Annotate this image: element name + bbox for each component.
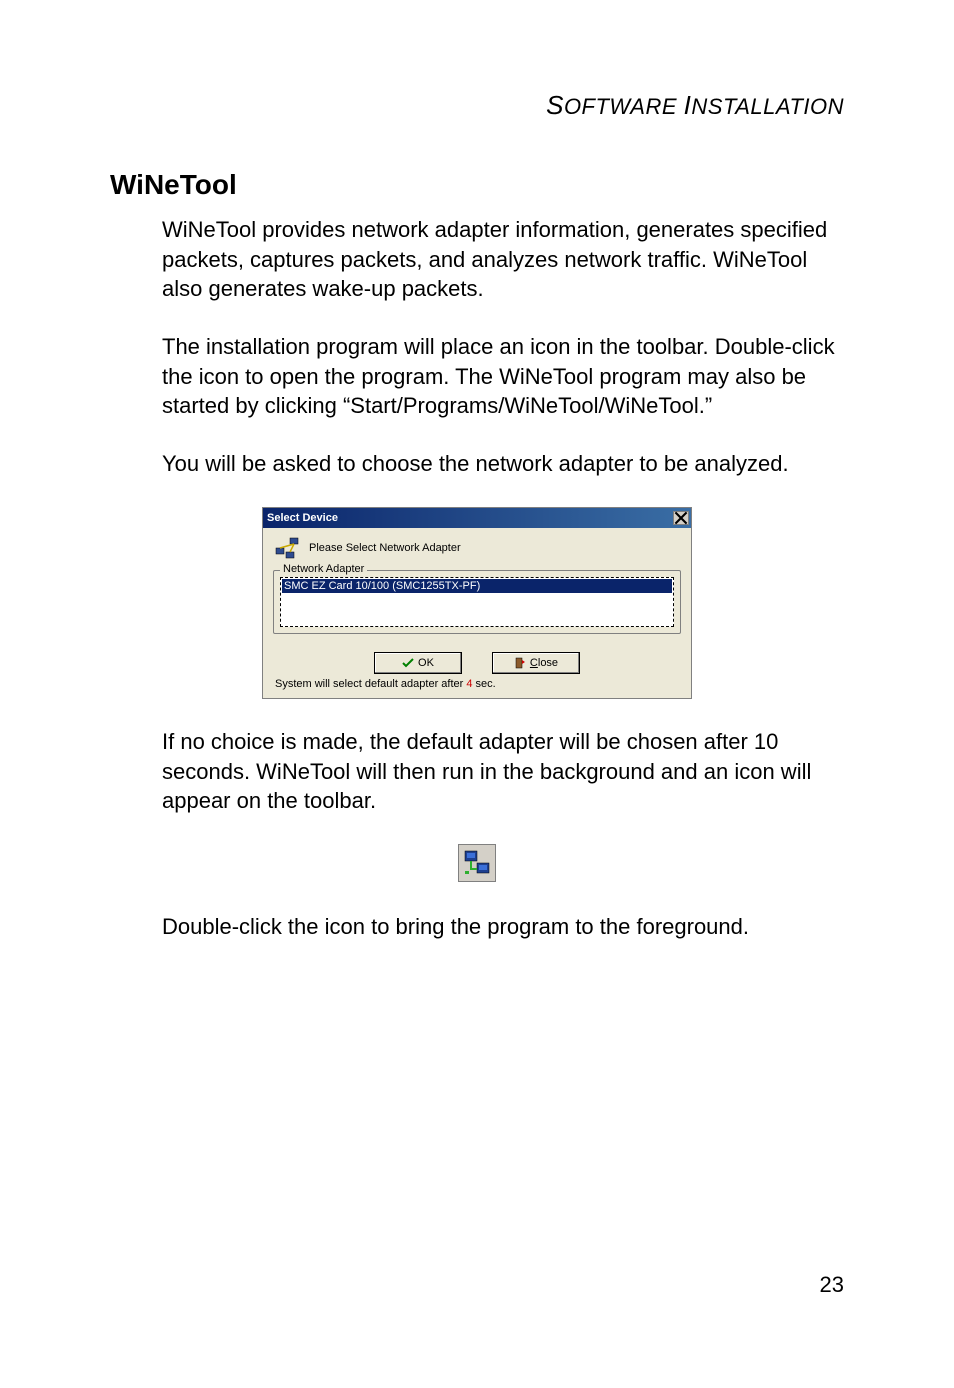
ok-button-label: OK [418,657,434,669]
section-title: WiNeTool [110,169,844,201]
fieldset-legend: Network Adapter [280,563,367,575]
status-line: System will select default adapter after… [273,678,681,690]
paragraph-1: WiNeTool provides network adapter inform… [162,215,844,304]
select-device-dialog: Select Device P [262,507,692,699]
paragraph-2: The installation program will place an i… [162,332,844,421]
page-header: SOFTWARE INSTALLATION [110,90,844,121]
paragraph-4: If no choice is made, the default adapte… [162,727,844,816]
ok-button[interactable]: OK [374,652,462,674]
adapter-list[interactable]: SMC EZ Card 10/100 (SMC1255TX-PF) [280,577,674,627]
close-button-label: Close [530,657,558,669]
paragraph-5: Double-click the icon to bring the progr… [162,912,844,942]
paragraph-3: You will be asked to choose the network … [162,449,844,479]
door-icon [514,657,526,669]
dialog-title: Select Device [267,512,338,524]
dialog-titlebar: Select Device [263,508,691,528]
dialog-prompt: Please Select Network Adapter [309,542,461,554]
close-icon[interactable] [673,511,689,525]
close-button[interactable]: Close [492,652,580,674]
status-prefix: System will select default adapter after [275,678,466,690]
header-cap-s: S [546,90,564,120]
network-icon [275,536,299,560]
check-icon [402,657,414,669]
status-suffix: sec. [473,678,496,690]
header-rest2: NSTALLATION [691,94,844,119]
adapter-item[interactable]: SMC EZ Card 10/100 (SMC1255TX-PF) [282,579,672,593]
network-adapter-fieldset: Network Adapter SMC EZ Card 10/100 (SMC1… [273,570,681,634]
tray-icon[interactable] [458,844,496,882]
page-number: 23 [820,1272,844,1298]
header-rest1: OFTWARE [564,94,677,119]
